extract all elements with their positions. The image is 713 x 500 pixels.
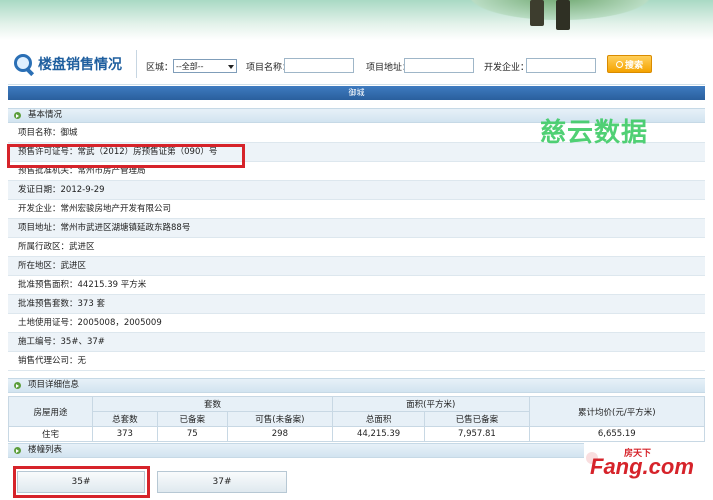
info-label: 销售代理公司： bbox=[18, 356, 78, 366]
cell-avg-price: 6,655.19 bbox=[528, 426, 706, 442]
header-banner bbox=[0, 0, 713, 40]
info-label: 土地使用证号： bbox=[18, 318, 78, 328]
section-title: 基本情况 bbox=[28, 110, 63, 120]
detail-table: 房屋用途 套数 面积(平方米) 累计均价(元/平方米) 总套数 已备案 可售(未… bbox=[7, 396, 706, 442]
section-header-detail: 项目详细信息 bbox=[8, 378, 705, 393]
search-icon bbox=[615, 60, 623, 68]
info-value: 2012-9-29 bbox=[60, 185, 105, 195]
cell-recorded-area: 7,957.81 bbox=[424, 426, 530, 442]
bullet-icon bbox=[14, 382, 21, 389]
section-title: 楼幢列表 bbox=[28, 445, 63, 455]
header-avg-price: 累计均价(元/平方米) bbox=[528, 396, 706, 427]
tree-trunk bbox=[530, 0, 544, 26]
info-value: 2005008，2005009 bbox=[77, 318, 162, 328]
search-bar: 楼盘销售情况 区城： --全部-- 项目名称： 项目地址： 开发企业： 搜索 bbox=[8, 44, 705, 85]
info-value: 无 bbox=[77, 356, 87, 366]
info-label: 批准预售套数： bbox=[18, 299, 78, 309]
info-row: 批准预售面积：44215.39 平方米 bbox=[8, 276, 705, 295]
info-row: 销售代理公司：无 bbox=[8, 352, 705, 371]
info-row: 项目地址：常州市武进区湖塘镇延政东路88号 bbox=[8, 219, 705, 238]
tree-trunk bbox=[556, 0, 570, 30]
info-row: 土地使用证号：2005008，2005009 bbox=[8, 314, 705, 333]
info-label: 发证日期： bbox=[18, 185, 61, 195]
header-available-units: 可售(未备案) bbox=[226, 411, 333, 427]
header-total-area: 总面积 bbox=[331, 411, 426, 427]
header-recorded-area: 已售已备案 bbox=[424, 411, 530, 427]
info-row: 发证日期：2012-9-29 bbox=[8, 181, 705, 200]
watermark: 慈云数据 bbox=[540, 118, 649, 148]
info-value: 武进区 bbox=[69, 242, 95, 252]
info-label: 施工编号： bbox=[18, 337, 61, 347]
info-row: 所在地区：武进区 bbox=[8, 257, 705, 276]
cell-total-area: 44,215.39 bbox=[331, 426, 426, 442]
highlight-box bbox=[7, 144, 245, 168]
search-title: 楼盘销售情况 bbox=[14, 50, 128, 78]
search-button[interactable]: 搜索 bbox=[607, 55, 652, 73]
info-label: 项目名称： bbox=[18, 128, 61, 138]
cell-usage: 住宅 bbox=[7, 426, 94, 442]
chevron-down-icon bbox=[228, 65, 234, 69]
district-select-value: --全部-- bbox=[176, 62, 204, 71]
page-title: 御城 bbox=[8, 86, 705, 100]
info-value: 御城 bbox=[60, 128, 78, 138]
info-label: 项目地址： bbox=[18, 223, 61, 233]
header-area-group: 面积(平方米) bbox=[331, 396, 530, 412]
district-select[interactable]: --全部-- bbox=[173, 59, 237, 73]
info-label: 所属行政区： bbox=[18, 242, 70, 252]
district-label: 区城： bbox=[146, 63, 174, 73]
info-value: 373 套 bbox=[77, 299, 105, 309]
info-row: 所属行政区：武进区 bbox=[8, 238, 705, 257]
info-value: 武进区 bbox=[60, 261, 87, 271]
info-value: 常州宏骏房地产开发有限公司 bbox=[60, 204, 172, 214]
info-label: 所在地区： bbox=[18, 261, 61, 271]
info-row: 批准预售套数：373 套 bbox=[8, 295, 705, 314]
header-usage: 房屋用途 bbox=[7, 396, 94, 427]
magnifier-icon bbox=[14, 54, 35, 77]
search-button-label: 搜索 bbox=[624, 60, 643, 71]
logo-main-text: Fang.com bbox=[590, 454, 694, 479]
header-units-group: 套数 bbox=[92, 396, 333, 412]
cell-total-units: 373 bbox=[92, 426, 158, 442]
project-address-input[interactable] bbox=[404, 58, 474, 73]
cell-available-units: 298 bbox=[226, 426, 333, 442]
developer-label: 开发企业： bbox=[484, 63, 530, 73]
table-row: 住宅 373 75 298 44,215.39 7,957.81 6,655.1… bbox=[7, 426, 706, 442]
info-value: 35#、37# bbox=[60, 337, 105, 347]
developer-input[interactable] bbox=[526, 58, 596, 73]
cell-recorded-units: 75 bbox=[156, 426, 228, 442]
project-name-input[interactable] bbox=[284, 58, 354, 73]
info-value: 常州市武进区湖塘镇延政东路88号 bbox=[60, 223, 191, 233]
info-row: 开发企业：常州宏骏房地产开发有限公司 bbox=[8, 200, 705, 219]
divider bbox=[136, 50, 137, 78]
search-title-text: 楼盘销售情况 bbox=[38, 57, 122, 73]
header-total-units: 总套数 bbox=[92, 411, 158, 427]
info-value: 44215.39 平方米 bbox=[77, 280, 147, 290]
section-title: 项目详细信息 bbox=[28, 380, 80, 390]
bullet-icon bbox=[14, 447, 21, 454]
building-tab-37[interactable]: 37# bbox=[157, 471, 287, 493]
fang-logo: 房天下 Fang.com bbox=[584, 442, 706, 492]
info-row: 施工编号：35#、37# bbox=[8, 333, 705, 352]
bullet-icon bbox=[14, 112, 21, 119]
info-label: 开发企业： bbox=[18, 204, 61, 214]
header-recorded-units: 已备案 bbox=[156, 411, 228, 427]
highlight-box bbox=[13, 466, 150, 498]
info-label: 批准预售面积： bbox=[18, 280, 78, 290]
